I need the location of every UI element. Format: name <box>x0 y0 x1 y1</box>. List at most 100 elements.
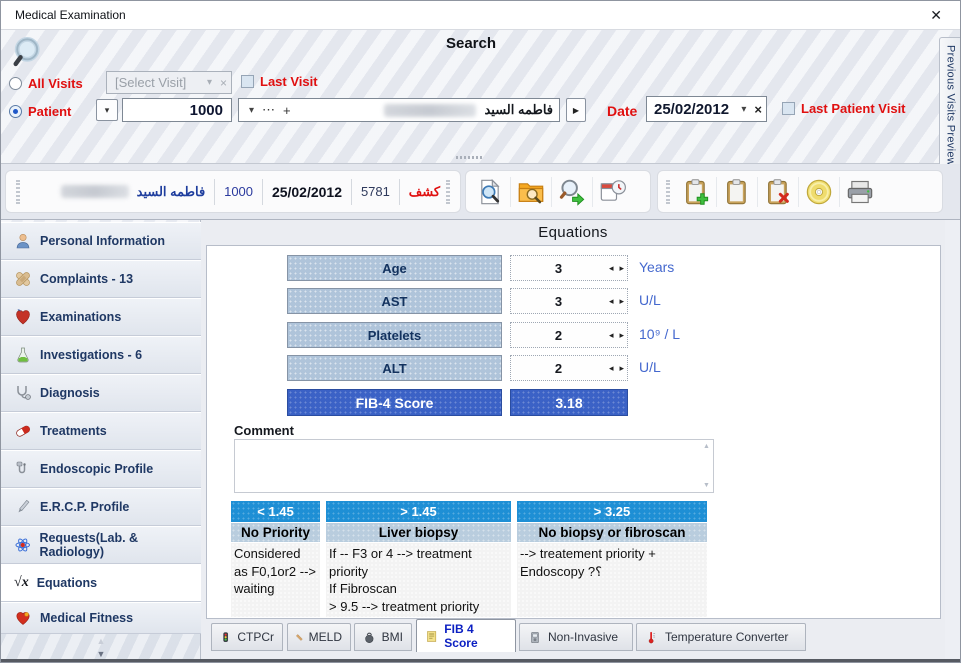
platelets-spinner[interactable]: 2 ◂ ▸ <box>510 322 628 348</box>
sidebar-item-requests[interactable]: Requests(Lab. & Radiology) <box>1 526 201 564</box>
date-clear-icon[interactable]: × <box>750 102 766 117</box>
age-button[interactable]: Age <box>287 255 502 281</box>
browse-visits-button[interactable] <box>511 174 551 210</box>
spin-left-icon[interactable]: ◂ <box>606 363 617 374</box>
scroll-up-icon[interactable]: ▲ <box>1 635 201 648</box>
platelets-value[interactable]: 2 <box>511 328 606 343</box>
tab-temperature-converter[interactable]: Temperature Converter <box>636 623 806 651</box>
sidebar-item-investigations[interactable]: Investigations - 6 <box>1 336 201 374</box>
next-patient-button[interactable]: ▶ <box>566 98 586 122</box>
age-value[interactable]: 3 <box>511 261 606 276</box>
ref-title: No Priority <box>231 523 320 542</box>
sidebar-item-examinations[interactable]: Examinations <box>1 298 201 336</box>
previous-visits-preview-tab[interactable]: Previous Visits Preview <box>939 37 961 175</box>
alt-spinner[interactable]: 2 ◂ ▸ <box>510 355 628 381</box>
divider <box>262 179 263 205</box>
toolbar: فاطمه السيد 1000 25/02/2012 5781 كشف <box>1 164 960 220</box>
window-bottom-border <box>1 659 960 663</box>
combo-resize-grip[interactable] <box>456 156 482 159</box>
date-combo[interactable]: 25/02/2012 ▾ × <box>646 96 767 122</box>
ref-range: > 3.25 <box>517 501 707 522</box>
sidebar-item-label: Investigations - 6 <box>40 348 142 362</box>
fib4-score-value: 3.18 <box>510 389 628 416</box>
textarea-scroll-up-icon[interactable]: ▲ <box>703 443 710 450</box>
new-record-button[interactable] <box>676 174 716 210</box>
search-icon <box>9 36 43 70</box>
divider <box>399 179 400 205</box>
alt-button[interactable]: ALT <box>287 355 502 381</box>
sidebar-item-diagnosis[interactable]: Diagnosis <box>1 374 201 412</box>
all-visits-radio[interactable] <box>9 77 22 90</box>
spin-left-icon[interactable]: ◂ <box>606 263 617 274</box>
sidebar-item-equations[interactable]: √x Equations <box>1 564 201 602</box>
fib4-score-button[interactable]: FIB-4 Score <box>287 389 502 416</box>
patient-row: Patient <box>9 99 71 123</box>
ref-title: Liver biopsy <box>326 523 511 542</box>
sidebar-item-ercp-profile[interactable]: E.R.C.P. Profile <box>1 488 201 526</box>
printer-icon <box>846 178 874 206</box>
sidebar-item-label: Medical Fitness <box>40 611 133 625</box>
sidebar-item-treatments[interactable]: Treatments <box>1 412 201 450</box>
combo-ellipsis-icon[interactable]: ⋯ <box>258 102 279 118</box>
comment-textarea[interactable] <box>234 439 714 493</box>
delete-record-button[interactable] <box>758 174 798 210</box>
magnifier-arrow-icon <box>558 178 586 206</box>
last-patient-visit-checkbox[interactable] <box>782 102 795 115</box>
spin-right-icon[interactable]: ▸ <box>616 363 627 374</box>
toolbar-patient-name: فاطمه السيد <box>26 184 205 200</box>
tab-non-invasive[interactable]: Non-Invasive <box>519 623 633 651</box>
tab-label: CTPCr <box>237 630 274 644</box>
sidebar-item-medical-fitness[interactable]: Medical Fitness <box>1 602 201 634</box>
ast-spinner[interactable]: 3 ◂ ▸ <box>510 288 628 314</box>
spin-left-icon[interactable]: ◂ <box>606 330 617 341</box>
visit-date-button[interactable] <box>593 174 633 210</box>
spin-right-icon[interactable]: ▸ <box>616 330 627 341</box>
patient-id-input[interactable] <box>122 98 232 122</box>
combo-plus-icon[interactable]: + <box>279 103 295 118</box>
patient-radio[interactable] <box>9 105 22 118</box>
spin-left-icon[interactable]: ◂ <box>606 296 617 307</box>
print-button[interactable] <box>840 174 880 210</box>
spin-right-icon[interactable]: ▸ <box>616 296 627 307</box>
drag-grip[interactable] <box>16 180 20 204</box>
sidebar-item-personal-information[interactable]: Personal Information <box>1 222 201 260</box>
date-dropdown-icon[interactable]: ▾ <box>737 104 750 115</box>
combo-dropdown-icon[interactable]: ▾ <box>245 105 258 116</box>
tab-ctpcr[interactable]: CTPCr <box>211 623 283 651</box>
last-visit-checkbox[interactable] <box>241 75 254 88</box>
patient-dropdown-button[interactable]: ▾ <box>96 99 118 121</box>
search-visit-button[interactable] <box>470 174 510 210</box>
divider <box>351 179 352 205</box>
export-cd-button[interactable] <box>799 174 839 210</box>
tab-bmi[interactable]: BMI <box>354 623 412 651</box>
select-visit-dropdown-icon: ▾ <box>203 77 216 88</box>
tab-meld[interactable]: MELD <box>287 623 351 651</box>
spin-right-icon[interactable]: ▸ <box>616 263 627 274</box>
drag-grip[interactable] <box>446 180 450 204</box>
search-go-button[interactable] <box>552 174 592 210</box>
drag-grip[interactable] <box>666 180 670 204</box>
page-title: Equations <box>201 224 945 241</box>
platelets-button[interactable]: Platelets <box>287 322 502 348</box>
ast-button[interactable]: AST <box>287 288 502 314</box>
ref-range: > 1.45 <box>326 501 511 522</box>
open-record-button[interactable] <box>717 174 757 210</box>
close-icon[interactable]: ✕ <box>926 7 946 24</box>
patient-label: Patient <box>28 104 71 119</box>
textarea-scroll-down-icon[interactable]: ▼ <box>703 482 710 489</box>
ast-value[interactable]: 3 <box>511 294 606 309</box>
redacted-name-blob <box>61 185 129 198</box>
equations-page: Equations Age 3 ◂ ▸ Years AST 3 ◂ ▸ U/L … <box>201 220 945 660</box>
comment-label: Comment <box>234 423 294 438</box>
sidebar-item-complaints[interactable]: Complaints - 13 <box>1 260 201 298</box>
endoscope-icon <box>14 460 32 478</box>
ruler-icon <box>296 630 303 645</box>
tab-label: BMI <box>382 630 403 644</box>
traffic-light-icon <box>220 630 231 645</box>
alt-value[interactable]: 2 <box>511 361 606 376</box>
patient-name-combo[interactable]: ▾ ⋯ + فاطمه السيد <box>238 98 560 122</box>
last-patient-visit-label: Last Patient Visit <box>801 101 906 116</box>
sidebar-item-endoscopic-profile[interactable]: Endoscopic Profile <box>1 450 201 488</box>
tab-fib4-score[interactable]: FIB 4 Score <box>416 619 516 652</box>
age-spinner[interactable]: 3 ◂ ▸ <box>510 255 628 281</box>
